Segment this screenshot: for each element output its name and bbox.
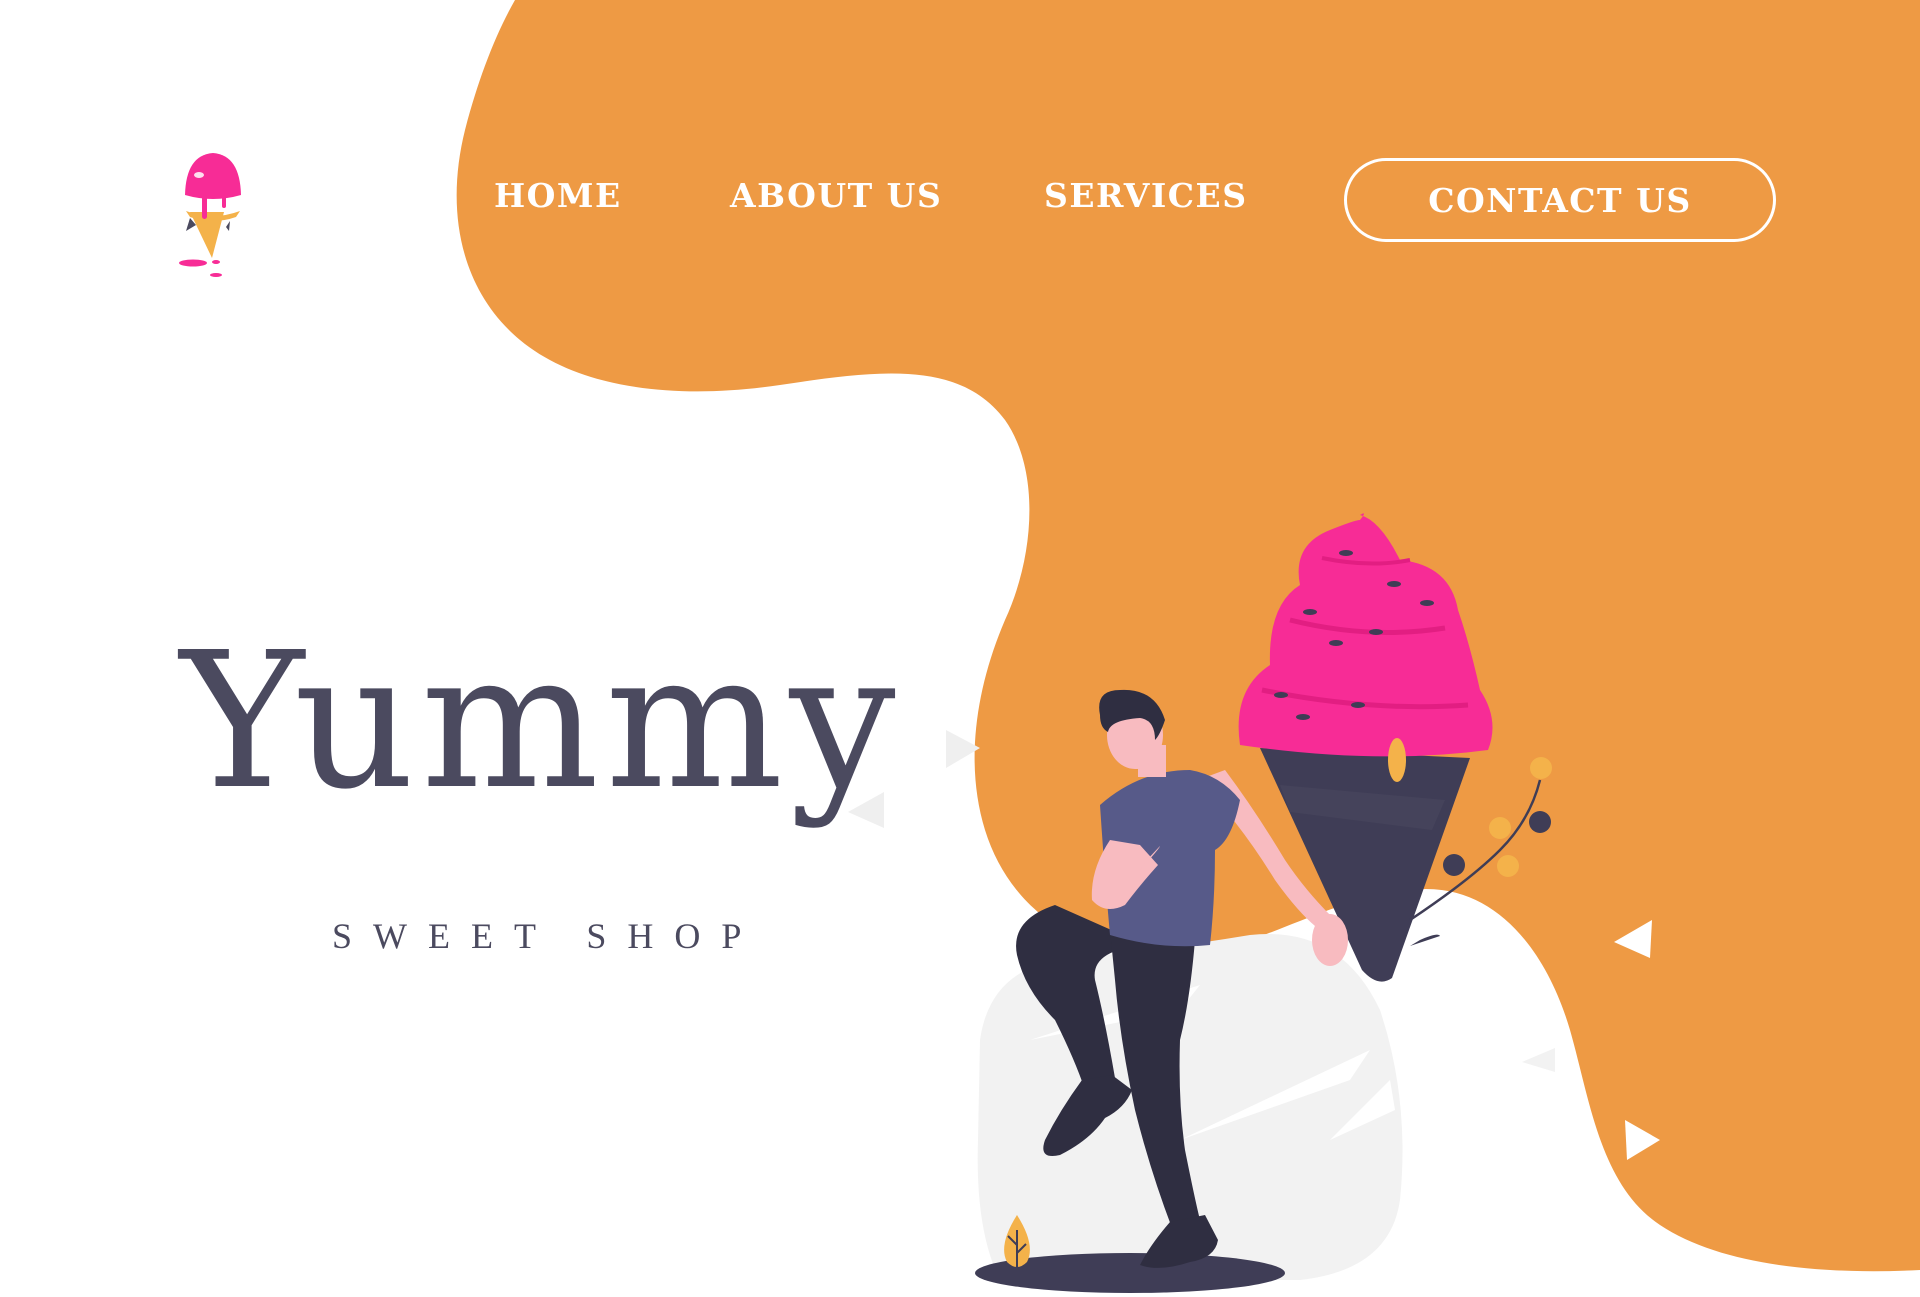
page: HOME ABOUT US SERVICES CONTACT US Yummy …	[0, 0, 1920, 1297]
person-with-ice-cream-illustration	[848, 513, 1660, 1293]
